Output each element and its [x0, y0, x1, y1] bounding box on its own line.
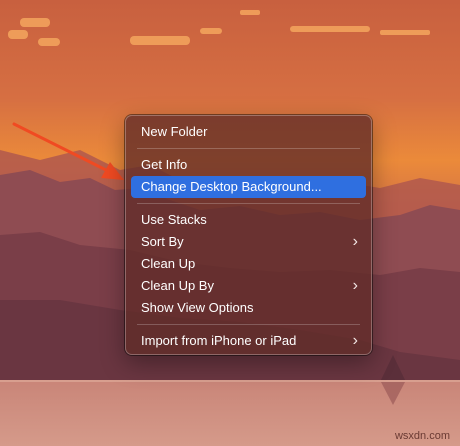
- menu-item-change-desktop-background[interactable]: Change Desktop Background...: [131, 176, 366, 198]
- desktop[interactable]: New Folder Get Info Change Desktop Backg…: [0, 0, 460, 446]
- menu-item-label: Clean Up By: [141, 278, 214, 293]
- chevron-right-icon: ›: [352, 233, 358, 250]
- menu-item-new-folder[interactable]: New Folder: [131, 121, 366, 143]
- menu-separator: [137, 203, 360, 204]
- menu-item-label: Change Desktop Background...: [141, 179, 322, 194]
- menu-item-label: Sort By: [141, 234, 184, 249]
- menu-separator: [137, 148, 360, 149]
- menu-item-label: Use Stacks: [141, 212, 207, 227]
- menu-item-label: Import from iPhone or iPad: [141, 333, 297, 348]
- chevron-right-icon: ›: [352, 332, 358, 349]
- chevron-right-icon: ›: [352, 277, 358, 294]
- watermark: wsxdn.com: [394, 430, 450, 442]
- menu-item-clean-up-by[interactable]: Clean Up By ›: [131, 275, 366, 297]
- menu-item-clean-up[interactable]: Clean Up: [131, 253, 366, 275]
- menu-item-import-from-iphone[interactable]: Import from iPhone or iPad ›: [131, 330, 366, 352]
- menu-item-label: Get Info: [141, 157, 188, 172]
- menu-item-use-stacks[interactable]: Use Stacks: [131, 209, 366, 231]
- menu-item-label: Clean Up: [141, 256, 196, 271]
- menu-item-get-info[interactable]: Get Info: [131, 154, 366, 176]
- menu-item-sort-by[interactable]: Sort By ›: [131, 231, 366, 253]
- menu-separator: [137, 324, 360, 325]
- context-menu: New Folder Get Info Change Desktop Backg…: [125, 115, 372, 355]
- menu-item-label: New Folder: [141, 124, 208, 139]
- menu-item-label: Show View Options: [141, 300, 254, 315]
- menu-item-show-view-options[interactable]: Show View Options: [131, 297, 366, 319]
